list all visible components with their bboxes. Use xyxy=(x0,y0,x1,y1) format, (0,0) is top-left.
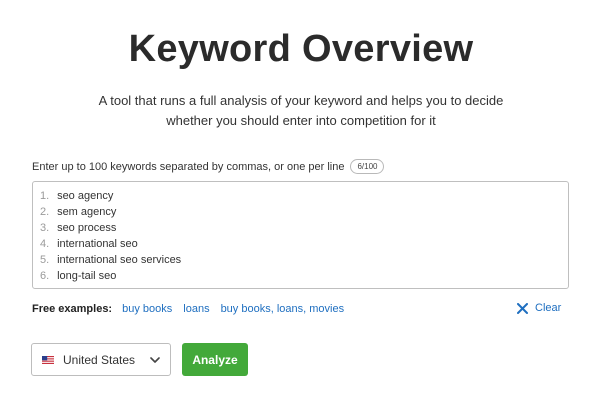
free-examples-label: Free examples: xyxy=(32,303,113,315)
line-number: 3. xyxy=(40,222,50,234)
page-subtitle: A tool that runs a full analysis of your… xyxy=(0,91,602,131)
subtitle-line-2: whether you should enter into competitio… xyxy=(166,113,436,128)
subtitle-line-1: A tool that runs a full analysis of your… xyxy=(98,93,504,108)
keyword-counter-badge: 6/100 xyxy=(350,159,385,174)
page-title: Keyword Overview xyxy=(128,28,474,70)
keyword-text: international seo services xyxy=(57,254,182,266)
keyword-overview-page: Keyword Overview A tool that runs a full… xyxy=(0,0,602,393)
keyword-line: 4. international seo xyxy=(40,236,568,252)
example-link-loans[interactable]: loans xyxy=(183,303,209,315)
keywords-textarea[interactable]: 1. seo agency 2. sem agency 3. seo proce… xyxy=(32,181,569,289)
line-number: 4. xyxy=(40,238,50,250)
us-flag-icon xyxy=(42,355,54,364)
country-select[interactable]: United States xyxy=(31,343,171,376)
keyword-text: seo process xyxy=(57,222,117,234)
clear-button[interactable]: Clear xyxy=(517,302,561,314)
keyword-text: international seo xyxy=(57,238,138,250)
keyword-line: 3. seo process xyxy=(40,220,568,236)
keyword-text: sem agency xyxy=(57,206,117,218)
keyword-text: seo agency xyxy=(57,190,114,202)
keyword-line: 2. sem agency xyxy=(40,204,568,220)
line-number: 2. xyxy=(40,206,50,218)
keyword-line: 6. long-tail seo xyxy=(40,268,568,284)
keywords-label: Enter up to 100 keywords separated by co… xyxy=(32,160,345,173)
country-select-value: United States xyxy=(63,352,136,367)
keyword-text: long-tail seo xyxy=(57,270,117,282)
keywords-label-row: Enter up to 100 keywords separated by co… xyxy=(32,159,385,174)
line-number: 6. xyxy=(40,270,50,282)
line-number: 5. xyxy=(40,254,50,266)
analyze-button[interactable]: Analyze xyxy=(182,343,248,376)
clear-label: Clear xyxy=(535,302,562,314)
example-link-buy-books[interactable]: buy books xyxy=(122,303,172,315)
close-icon xyxy=(517,302,528,314)
keyword-line: 5. international seo services xyxy=(40,252,568,268)
chevron-down-icon xyxy=(150,356,160,363)
free-examples-row: Free examples: buy books loans buy books… xyxy=(32,303,355,315)
keyword-line: 1. seo agency xyxy=(40,188,568,204)
example-link-buy-books-loans-movies[interactable]: buy books, loans, movies xyxy=(221,303,345,315)
line-number: 1. xyxy=(40,190,50,202)
